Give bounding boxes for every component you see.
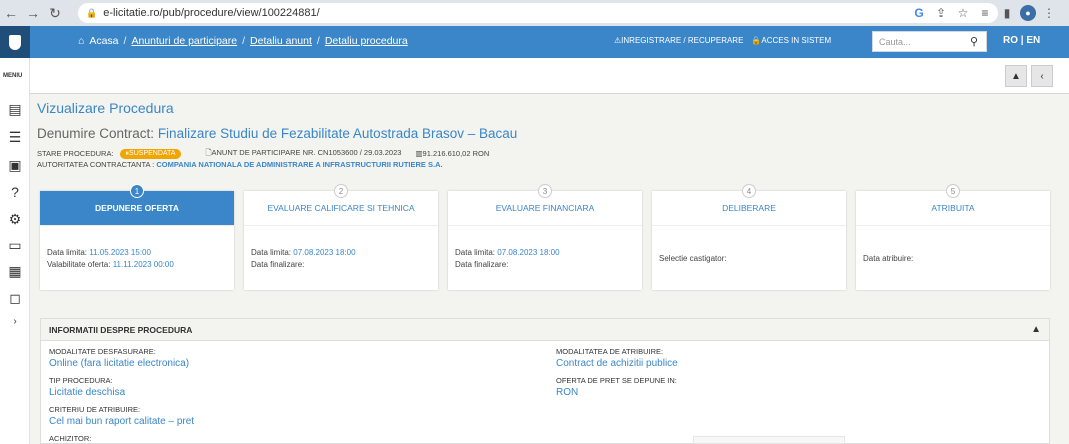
step-evaluare-calificare[interactable]: 2 EVALUARE CALIFICARE SI TEHNICA Data li… xyxy=(244,184,438,290)
folder-refresh-icon[interactable]: ▣ xyxy=(6,156,24,174)
status-label: STARE PROCEDURA: xyxy=(37,149,114,158)
modalitate-value: Online (fara licitatie electronica) xyxy=(49,358,190,369)
breadcrumb-detaliu-procedura[interactable]: Detaliu procedura xyxy=(325,35,408,47)
atribuire-value: Contract de achizitii publice xyxy=(556,358,678,369)
back-icon[interactable]: ← xyxy=(0,2,22,24)
star-icon[interactable]: ☆ xyxy=(954,3,972,23)
step-value: 11.11.2023 00:00 xyxy=(112,260,174,269)
playlist-icon[interactable]: ≡ xyxy=(976,3,994,23)
menu-label[interactable]: MENIU xyxy=(3,73,22,79)
status-badge: ⏸SUSPENDATA xyxy=(119,148,182,159)
chevron-up-icon: ▲ xyxy=(1011,70,1021,82)
criteriu-label: CRITERIU DE ATRIBUIRE: xyxy=(49,405,141,414)
authority-name[interactable]: COMPANIA NATIONALA DE ADMINISTRARE A INF… xyxy=(156,160,442,169)
monitor-report-icon[interactable]: ▦ xyxy=(6,262,24,280)
step-number: 1 xyxy=(130,184,144,198)
oferta-value: RON xyxy=(556,387,579,398)
atribuire-label: MODALITATEA DE ATRIBUIRE: xyxy=(556,347,664,356)
share-icon[interactable]: ⇪ xyxy=(932,3,950,23)
step-label: Selectie castigator: xyxy=(659,254,727,263)
contract-name: Finalizare Studiu de Fezabilitate Autost… xyxy=(157,126,518,141)
collapse-left-button[interactable]: ‹ xyxy=(1031,65,1053,87)
step-value: 11.05.2023 15:00 xyxy=(89,248,151,257)
step-depunere-oferta[interactable]: 1 DEPUNERE OFERTA Data limita: 11.05.202… xyxy=(40,184,234,290)
step-number: 5 xyxy=(946,184,960,198)
notice-number[interactable]: 🗋ANUNT DE PARTICIPARE NR. CN1053600 / 29… xyxy=(205,147,401,160)
modalitate-label: MODALITATE DESFASURARE: xyxy=(49,347,156,356)
tip-value: Licitatie deschisa xyxy=(49,387,126,398)
chevron-up-icon[interactable]: ▲ xyxy=(1031,324,1041,335)
breadcrumb-anunturi[interactable]: Anunturi de participare xyxy=(131,35,237,47)
register-link[interactable]: ⚠INREGISTRARE / RECUPERARE xyxy=(614,36,743,45)
auth-links: ⚠INREGISTRARE / RECUPERARE 🔒ACCES IN SIS… xyxy=(614,36,831,45)
chevron-left-icon: ‹ xyxy=(1040,70,1044,82)
step-number: 4 xyxy=(742,184,756,198)
forward-icon[interactable]: → xyxy=(22,2,44,24)
step-label: Valabilitate oferta: xyxy=(47,260,111,269)
reload-icon[interactable]: ↻ xyxy=(44,2,66,24)
contract-title: Denumire Contract: Finalizare Studiu de … xyxy=(37,126,517,141)
home-icon[interactable]: ⌂ xyxy=(78,35,84,47)
help-icon[interactable]: ? xyxy=(6,183,24,201)
profile-icon[interactable]: ● xyxy=(1020,5,1036,21)
panel-header[interactable]: INFORMATII DESPRE PROCEDURA ▲ xyxy=(41,319,1049,341)
panel-title: INFORMATII DESPRE PROCEDURA xyxy=(49,324,193,335)
step-label: Data limita: xyxy=(455,248,496,257)
google-icon[interactable]: G xyxy=(910,3,928,23)
chat-icon[interactable]: ◻ xyxy=(6,289,24,307)
step-value: 07.08.2023 18:00 xyxy=(497,248,560,257)
step-label: Data limita: xyxy=(251,248,292,257)
lock-icon: 🔒 xyxy=(751,36,762,45)
search-icon[interactable]: ⚲ xyxy=(970,35,978,48)
address-bar[interactable]: 🔒 e-licitatie.ro/pub/procedure/view/1002… xyxy=(78,3,998,23)
step-atribuita[interactable]: 5 ATRIBUITA Data atribuire: xyxy=(856,184,1050,290)
lock-icon: 🔒 xyxy=(86,7,98,18)
document-icon[interactable]: ▤ xyxy=(6,100,24,118)
browser-toolbar: ← → ↻ 🔒 e-licitatie.ro/pub/procedure/vie… xyxy=(0,0,1069,26)
contracting-authority: AUTORITATEA CONTRACTANTA : COMPANIA NATI… xyxy=(37,160,443,169)
step-number: 3 xyxy=(538,184,552,198)
authority-label: AUTORITATEA CONTRACTANTA : xyxy=(37,160,155,169)
page-title: Vizualizare Procedura xyxy=(37,100,174,116)
chevron-right-icon[interactable]: › xyxy=(6,312,24,330)
achizitor-label: ACHIZITOR: xyxy=(49,434,92,443)
scroll-up-button[interactable]: ▲ xyxy=(1005,65,1027,87)
step-evaluare-financiara[interactable]: 3 EVALUARE FINANCIARA Data limita: 07.08… xyxy=(448,184,642,290)
user-settings-icon[interactable]: ⚙ xyxy=(6,210,24,228)
shield-icon xyxy=(9,34,21,50)
login-link[interactable]: 🔒ACCES IN SISTEM xyxy=(751,36,831,45)
criteriu-value: Cel mai bun raport calitate – pret xyxy=(49,416,195,427)
breadcrumb: ⌂ Acasa / Anunturi de participare / Deta… xyxy=(78,35,408,47)
app-header: ⌂ Acasa / Anunturi de participare / Deta… xyxy=(0,26,1069,58)
money-icon: ▥ xyxy=(415,149,423,158)
list-export-icon[interactable]: ☰ xyxy=(6,128,24,146)
step-label: Data finalizare: xyxy=(455,260,509,269)
step-label: Data finalizare: xyxy=(251,260,305,269)
url-text: e-licitatie.ro/pub/procedure/view/100224… xyxy=(103,7,320,19)
tip-label: TIP PROCEDURA: xyxy=(49,376,113,385)
search-placeholder: Cauta... xyxy=(879,36,911,47)
breadcrumb-detaliu-anunt[interactable]: Detaliu anunt xyxy=(250,35,312,47)
sidepanel-icon[interactable]: ▮ xyxy=(998,3,1016,23)
breadcrumb-home[interactable]: Acasa xyxy=(89,35,118,47)
id-card-icon[interactable]: ▭ xyxy=(6,236,24,254)
search-input[interactable]: Cauta... ⚲ xyxy=(872,31,987,52)
toolbar: ▲ ‹ xyxy=(30,58,1069,94)
more-icon[interactable]: ⋮ xyxy=(1040,3,1058,23)
estimated-value: ▥91.216.610,02 RON xyxy=(415,149,490,158)
procedure-info-panel: INFORMATII DESPRE PROCEDURA ▲ MODALITATE… xyxy=(40,318,1050,444)
oferta-label: OFERTA DE PRET SE DEPUNE IN: xyxy=(556,376,677,385)
step-value: 07.08.2023 18:00 xyxy=(293,248,356,257)
sidebar: MENIU ▤ ☰ ▣ ? ⚙ ▭ ▦ ◻ › xyxy=(0,58,30,444)
step-deliberare[interactable]: 4 DELIBERARE Selectie castigator: xyxy=(652,184,846,290)
tooltip-placeholder xyxy=(693,436,845,444)
language-switcher[interactable]: RO | EN xyxy=(1003,35,1040,46)
step-label: Data limita: xyxy=(47,248,88,257)
site-logo[interactable] xyxy=(0,26,30,58)
contract-label: Denumire Contract: xyxy=(37,126,155,141)
procedure-meta: STARE PROCEDURA: ⏸SUSPENDATA 🗋ANUNT DE P… xyxy=(37,147,489,160)
step-label: Data atribuire: xyxy=(863,254,914,263)
step-number: 2 xyxy=(334,184,348,198)
